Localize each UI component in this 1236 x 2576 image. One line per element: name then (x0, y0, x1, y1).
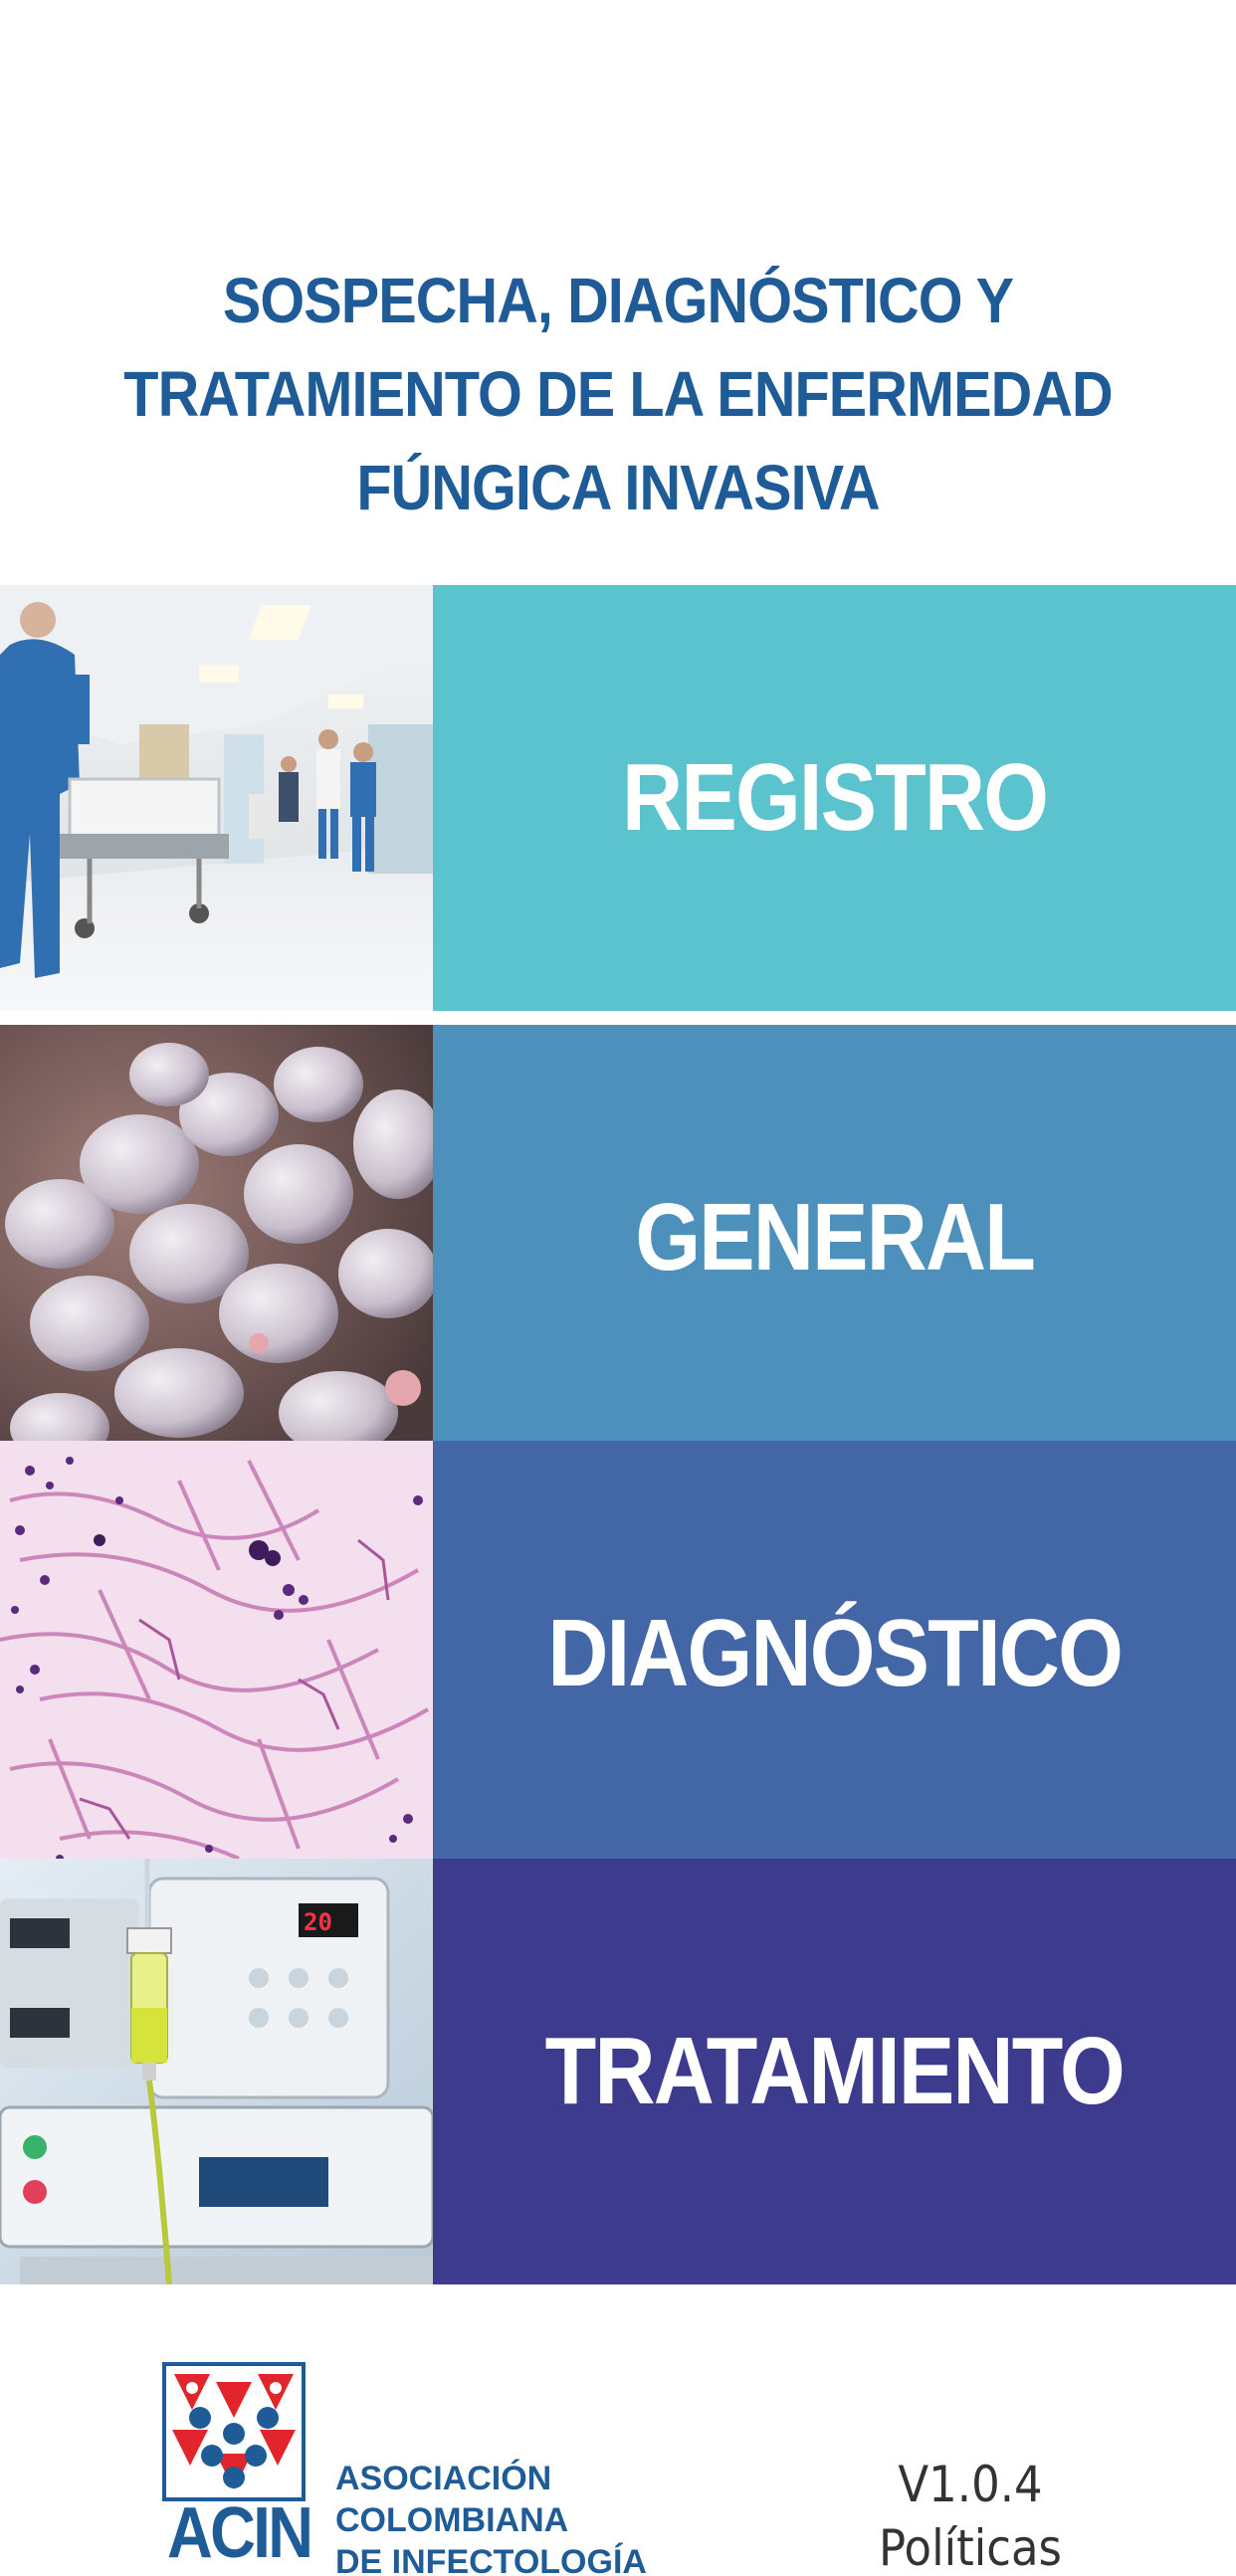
menu-panel[interactable]: DIAGNÓSTICO (433, 1441, 1236, 1867)
acin-logo-icon (162, 2362, 306, 2501)
organization-name-line: DE INFECTOLOGÍA (335, 2543, 647, 2576)
menu-panel[interactable]: REGISTRO (433, 585, 1236, 1011)
menu-item-tratamiento[interactable]: 20 TRATAMIENTO (0, 1859, 1236, 2284)
version-block: V1.0.4 Políticas (859, 2453, 1083, 2576)
menu-panel[interactable]: TRATAMIENTO (433, 1859, 1236, 2284)
menu-item-registro[interactable]: REGISTRO (0, 585, 1236, 1011)
menu-label: TRATAMIENTO (544, 2018, 1126, 2124)
menu-panel[interactable]: GENERAL (433, 1025, 1236, 1451)
menu-label: REGISTRO (621, 744, 1049, 851)
histology-hyphae-image (0, 1441, 433, 1867)
policies-link[interactable]: Políticas (859, 2516, 1083, 2576)
organization-name-line: ASOCIACIÓN (335, 2460, 552, 2497)
acin-logo-text: ACIN (167, 2493, 313, 2573)
iv-infusion-pump-image: 20 (0, 1859, 433, 2284)
organization-name: ASOCIACIÓN COLOMBIANA DE INFECTOLOGÍA (335, 2458, 647, 2576)
hospital-corridor-image (0, 585, 433, 1011)
menu-label: DIAGNÓSTICO (547, 1600, 1123, 1706)
organization-name-line: COLOMBIANA (335, 2501, 569, 2539)
menu-item-general[interactable]: GENERAL (0, 1025, 1236, 1451)
footer: ACIN ASOCIACIÓN COLOMBIANA DE INFECTOLOG… (0, 2348, 1236, 2576)
app-title: SOSPECHA, DIAGNÓSTICO Y TRATAMIENTO DE L… (62, 254, 1174, 534)
menu-label: GENERAL (635, 1184, 1035, 1290)
version-label: V1.0.4 (898, 2456, 1043, 2513)
title-line: SOSPECHA, DIAGNÓSTICO Y (222, 265, 1014, 336)
menu-item-diagnostico[interactable]: DIAGNÓSTICO (0, 1441, 1236, 1867)
title-line: FÚNGICA INVASIVA (356, 452, 880, 523)
title-line: TRATAMIENTO DE LA ENFERMEDAD (123, 358, 1113, 430)
svg-text:20: 20 (304, 1908, 332, 1936)
yeast-cells-image (0, 1025, 433, 1451)
